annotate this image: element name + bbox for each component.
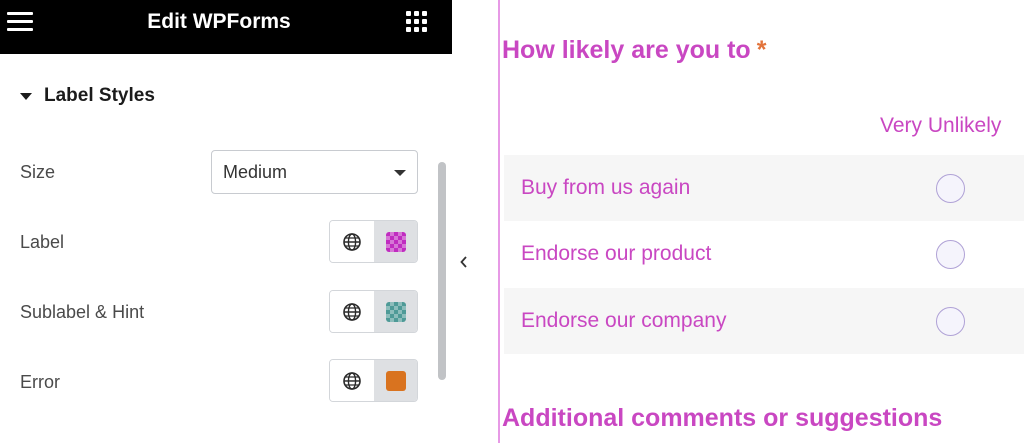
- radio-button[interactable]: [936, 240, 965, 269]
- globe-icon: [343, 302, 361, 321]
- panel-scrollbar[interactable]: [438, 162, 446, 380]
- globe-icon: [343, 371, 361, 390]
- label-color-control: [329, 220, 418, 263]
- sublabel-color-control: [329, 290, 418, 333]
- global-colors-button[interactable]: [330, 291, 374, 332]
- question-title: How likely are you to *: [502, 36, 766, 65]
- radio-button[interactable]: [936, 174, 965, 203]
- size-select[interactable]: Medium: [211, 150, 418, 194]
- color-swatch: [385, 231, 406, 252]
- caret-down-icon: [20, 92, 32, 100]
- size-select-value: Medium: [223, 162, 288, 182]
- label-color-picker[interactable]: [374, 221, 417, 262]
- sublabel-color-picker[interactable]: [374, 291, 417, 332]
- size-label: Size: [20, 162, 56, 182]
- label-color-label: Label: [20, 232, 65, 252]
- likert-row-label: Buy from us again: [521, 176, 691, 199]
- radio-button[interactable]: [936, 307, 965, 336]
- error-color-picker[interactable]: [374, 360, 417, 401]
- question-title-text: How likely are you to: [502, 36, 751, 64]
- question-title: Additional comments or suggestions: [502, 404, 943, 432]
- section-title: Label Styles: [44, 85, 155, 106]
- panel-title: Edit WPForms: [147, 10, 291, 33]
- likert-row: Buy from us again: [504, 155, 1024, 221]
- editor-panel: Edit WPForms Label Styles Size Medium La…: [0, 0, 452, 443]
- grid-icon[interactable]: [405, 10, 431, 36]
- likert-row-label: Endorse our company: [521, 309, 727, 332]
- error-color-label: Error: [20, 372, 60, 392]
- likert-row: Endorse our company: [504, 288, 1024, 354]
- section-toggle-label-styles[interactable]: Label Styles: [20, 84, 155, 108]
- chevron-down-icon: [394, 170, 406, 176]
- form-preview: How likely are you to * Very Unlikely Buy…: [500, 0, 1024, 443]
- global-colors-button[interactable]: [330, 360, 374, 401]
- likert-row: Endorse our product: [504, 221, 1024, 287]
- likert-row-label: Endorse our product: [521, 242, 712, 265]
- globe-icon: [343, 232, 361, 251]
- color-swatch: [385, 301, 406, 322]
- error-color-control: [329, 359, 418, 402]
- color-swatch: [385, 370, 406, 391]
- required-mark: *: [756, 36, 767, 64]
- panel-header: Edit WPForms: [0, 0, 452, 54]
- global-colors-button[interactable]: [330, 221, 374, 262]
- chevron-left-icon: [460, 256, 467, 268]
- likert-column-header: Very Unlikely: [880, 114, 1002, 137]
- sublabel-color-label: Sublabel & Hint: [20, 302, 145, 322]
- collapse-panel-button[interactable]: [452, 222, 476, 302]
